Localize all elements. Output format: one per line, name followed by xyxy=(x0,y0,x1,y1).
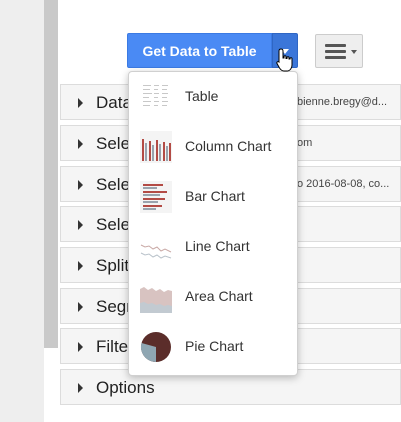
chevron-right-icon xyxy=(78,302,83,312)
dropdown-item-label: Pie Chart xyxy=(185,338,244,354)
bar-chart-thumbnail-icon xyxy=(140,181,172,213)
panel-label: Data xyxy=(96,93,132,112)
chevron-right-icon xyxy=(78,139,83,149)
scrollbar-thumb[interactable] xyxy=(44,0,58,348)
dropdown-item-label: Line Chart xyxy=(185,238,250,254)
column-chart-thumbnail-icon xyxy=(140,131,172,163)
line-chart-thumbnail-icon xyxy=(140,231,172,263)
dropdown-item-table[interactable]: Table xyxy=(129,72,297,122)
panel-summary: o 2016-08-08, co... xyxy=(297,178,390,190)
dropdown-item-area-chart[interactable]: Area Chart xyxy=(129,272,297,322)
panel-label: Sele xyxy=(96,134,131,153)
panel-label: Options xyxy=(96,378,155,397)
table-thumbnail-icon xyxy=(140,81,172,113)
menu-caret-icon xyxy=(351,50,357,54)
panel-summary: bienne.bregy@d... xyxy=(297,96,388,108)
panel-label: Filte xyxy=(96,337,129,356)
dropdown-item-label: Bar Chart xyxy=(185,188,245,204)
dropdown-item-label: Area Chart xyxy=(185,288,253,304)
chevron-right-icon xyxy=(78,98,83,108)
hamburger-menu-icon xyxy=(325,44,346,60)
get-data-to-table-button[interactable]: Get Data to Table xyxy=(127,33,272,68)
panel-label: Sele xyxy=(96,215,131,234)
dropdown-item-label: Column Chart xyxy=(185,138,272,154)
chevron-right-icon xyxy=(78,383,83,393)
panel-label: Split xyxy=(96,256,130,275)
dropdown-item-column-chart[interactable]: Column Chart xyxy=(129,122,297,172)
hand-pointer-icon xyxy=(276,48,293,72)
chevron-right-icon xyxy=(78,180,83,190)
dropdown-item-pie-chart[interactable]: Pie Chart xyxy=(129,322,297,372)
options-menu-button[interactable] xyxy=(315,34,363,68)
left-background xyxy=(0,0,44,422)
chevron-right-icon xyxy=(78,220,83,230)
dropdown-item-label: Table xyxy=(185,88,219,104)
chevron-right-icon xyxy=(78,261,83,271)
chevron-right-icon xyxy=(78,342,83,352)
area-chart-thumbnail-icon xyxy=(140,281,172,313)
dropdown-item-line-chart[interactable]: Line Chart xyxy=(129,222,297,272)
pie-chart-thumbnail-icon xyxy=(140,331,172,363)
panel-summary: om xyxy=(297,137,313,149)
output-type-dropdown: Table Column Chart Bar Chart Line Chart … xyxy=(128,71,298,376)
panel-label: Sele xyxy=(96,175,131,194)
dropdown-item-bar-chart[interactable]: Bar Chart xyxy=(129,172,297,222)
